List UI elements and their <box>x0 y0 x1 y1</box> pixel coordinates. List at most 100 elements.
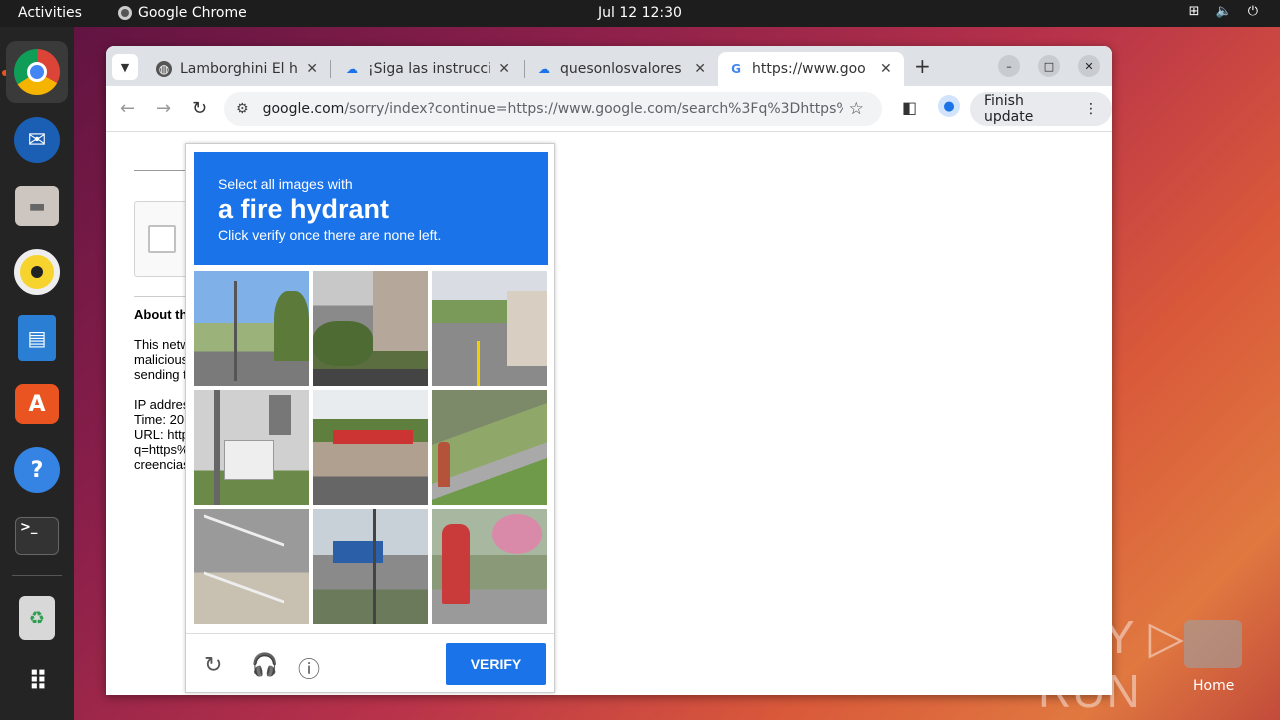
about-section: About th This netw malicious sending t I… <box>134 307 190 487</box>
back-button[interactable]: ← <box>120 98 135 119</box>
minimize-button[interactable]: – <box>998 55 1020 77</box>
dock-separator <box>12 575 62 576</box>
text-line: URL: http <box>134 427 189 442</box>
url-host: google.com <box>262 101 345 117</box>
tab-strip: ▼ ◍ Lamborghini El he ✕ ☁ ¡Siga las inst… <box>106 46 1112 86</box>
more-vert-icon: ⋮ <box>1084 101 1098 117</box>
tab-google-active[interactable]: G https://www.goo ✕ <box>718 52 904 86</box>
home-label: Home <box>1193 678 1235 694</box>
cloud-download-icon: ☁ <box>346 62 358 76</box>
cloud-download-icon: ☁ <box>538 62 550 76</box>
captcha-tile[interactable] <box>432 271 547 386</box>
address-bar[interactable]: ⚙ google.com/sorry/index?continue=https:… <box>224 92 882 126</box>
text-line: q=https% <box>134 442 189 457</box>
maximize-icon: □ <box>1043 59 1055 73</box>
power-icon: ⏻ <box>1247 4 1258 19</box>
dock-trash[interactable]: ♻ <box>6 587 68 649</box>
close-window-button[interactable]: ✕ <box>1078 55 1100 77</box>
trash-icon: ♻ <box>19 596 55 640</box>
bookmark-star-icon[interactable]: ☆ <box>849 99 864 119</box>
volume-icon: 🔈 <box>1215 4 1232 19</box>
about-heading: About th <box>134 307 188 322</box>
dock-chrome[interactable] <box>6 41 68 103</box>
captcha-target: a fire hydrant <box>218 194 390 224</box>
recaptcha-checkbox[interactable] <box>148 225 176 253</box>
finish-update-button[interactable]: Finish update ⋮ <box>970 92 1112 126</box>
dock: ✉ ▬ ▤ A ? >_ ♻ ⠿ <box>0 27 74 720</box>
captcha-tile[interactable] <box>313 390 428 505</box>
system-tray[interactable]: ⊞ 🔈 ⏻ <box>1189 4 1258 19</box>
network-icon: ⊞ <box>1188 4 1200 19</box>
dock-files[interactable]: ▬ <box>6 175 68 237</box>
dock-writer[interactable]: ▤ <box>6 307 68 369</box>
site-info-icon[interactable]: ⚙ <box>236 101 249 117</box>
finish-update-label: Finish update <box>984 93 1034 125</box>
google-g-icon: G <box>731 62 741 76</box>
dock-help[interactable]: ? <box>6 439 68 501</box>
arrow-left-icon: ← <box>120 98 136 119</box>
about-para-1: This netw malicious sending t <box>134 337 190 382</box>
tab-search-button[interactable]: ▼ <box>112 54 138 80</box>
close-icon[interactable]: ✕ <box>498 61 510 77</box>
verify-button[interactable]: VERIFY <box>446 643 546 685</box>
captcha-tile[interactable] <box>194 271 309 386</box>
close-icon: ✕ <box>1084 59 1094 73</box>
side-panel-icon[interactable]: ◧ <box>902 98 917 117</box>
new-tab-button[interactable]: + <box>914 54 931 78</box>
dock-app-center[interactable]: A <box>6 373 68 435</box>
text-line: IP addres <box>134 397 190 412</box>
files-icon: ▬ <box>15 186 59 226</box>
text-line: sending t <box>134 367 187 382</box>
dock-terminal[interactable]: >_ <box>6 505 68 567</box>
captcha-footer: ↻ 🎧 ⓘ VERIFY <box>186 633 554 693</box>
reload-button[interactable]: ↻ <box>192 98 207 119</box>
minimize-icon: – <box>1006 59 1012 73</box>
close-icon[interactable]: ✕ <box>880 61 892 77</box>
reload-icon: ↻ <box>192 98 208 119</box>
profile-avatar-icon[interactable]: ● <box>938 95 960 117</box>
rhythmbox-icon <box>14 249 60 295</box>
reload-icon[interactable]: ↻ <box>204 652 222 678</box>
tab-title: ¡Siga las instrucci <box>368 61 491 77</box>
app-grid-icon: ⠿ <box>27 667 48 697</box>
tab-separator <box>524 60 525 78</box>
chrome-icon <box>14 49 60 95</box>
captcha-challenge: Select all images with a fire hydrant Cl… <box>185 143 555 693</box>
forward-button[interactable]: → <box>156 98 171 119</box>
captcha-tile[interactable] <box>432 509 547 624</box>
headphones-icon[interactable]: 🎧 <box>251 652 278 678</box>
maximize-button[interactable]: □ <box>1038 55 1060 77</box>
tab-siga[interactable]: ☁ ¡Siga las instrucci ✕ <box>334 52 520 86</box>
tab-lamborghini[interactable]: ◍ Lamborghini El he ✕ <box>146 52 328 86</box>
writer-icon: ▤ <box>18 315 56 361</box>
terminal-icon: >_ <box>15 517 59 555</box>
captcha-header: Select all images with a fire hydrant Cl… <box>194 152 548 265</box>
captcha-tile[interactable] <box>432 390 547 505</box>
chevron-down-icon: ▼ <box>120 60 130 74</box>
captcha-tile[interactable] <box>194 509 309 624</box>
captcha-tile[interactable] <box>313 271 428 386</box>
captcha-tile[interactable] <box>313 509 428 624</box>
url-text: google.com/sorry/index?continue=https://… <box>263 101 843 117</box>
close-icon[interactable]: ✕ <box>694 61 706 77</box>
arrow-right-icon: → <box>156 98 172 119</box>
help-icon: ? <box>14 447 60 493</box>
close-icon[interactable]: ✕ <box>306 61 318 77</box>
about-para-2: IP addres Time: 20 URL: http q=https% cr… <box>134 397 190 472</box>
tab-title: https://www.goo <box>752 61 866 77</box>
dock-thunderbird[interactable]: ✉ <box>6 109 68 171</box>
tab-title: quesonlosvalores <box>560 61 682 77</box>
watermark: ANY ▷ RUN <box>1038 611 1185 717</box>
text-line: malicious <box>134 352 189 367</box>
captcha-grid <box>194 271 548 625</box>
captcha-hint: Click verify once there are none left. <box>218 227 442 243</box>
clock[interactable]: Jul 12 12:30 <box>0 5 1280 21</box>
captcha-tile[interactable] <box>194 390 309 505</box>
plus-icon: + <box>914 54 931 78</box>
dock-show-apps[interactable]: ⠿ <box>6 651 68 713</box>
dock-rhythmbox[interactable] <box>6 241 68 303</box>
tab-quesonlosvalores[interactable]: ☁ quesonlosvalores ✕ <box>526 52 716 86</box>
tab-title: Lamborghini El he <box>180 61 299 77</box>
toolbar: ← → ↻ ⚙ google.com/sorry/index?continue=… <box>106 86 1112 132</box>
info-icon[interactable]: ⓘ <box>298 652 320 684</box>
